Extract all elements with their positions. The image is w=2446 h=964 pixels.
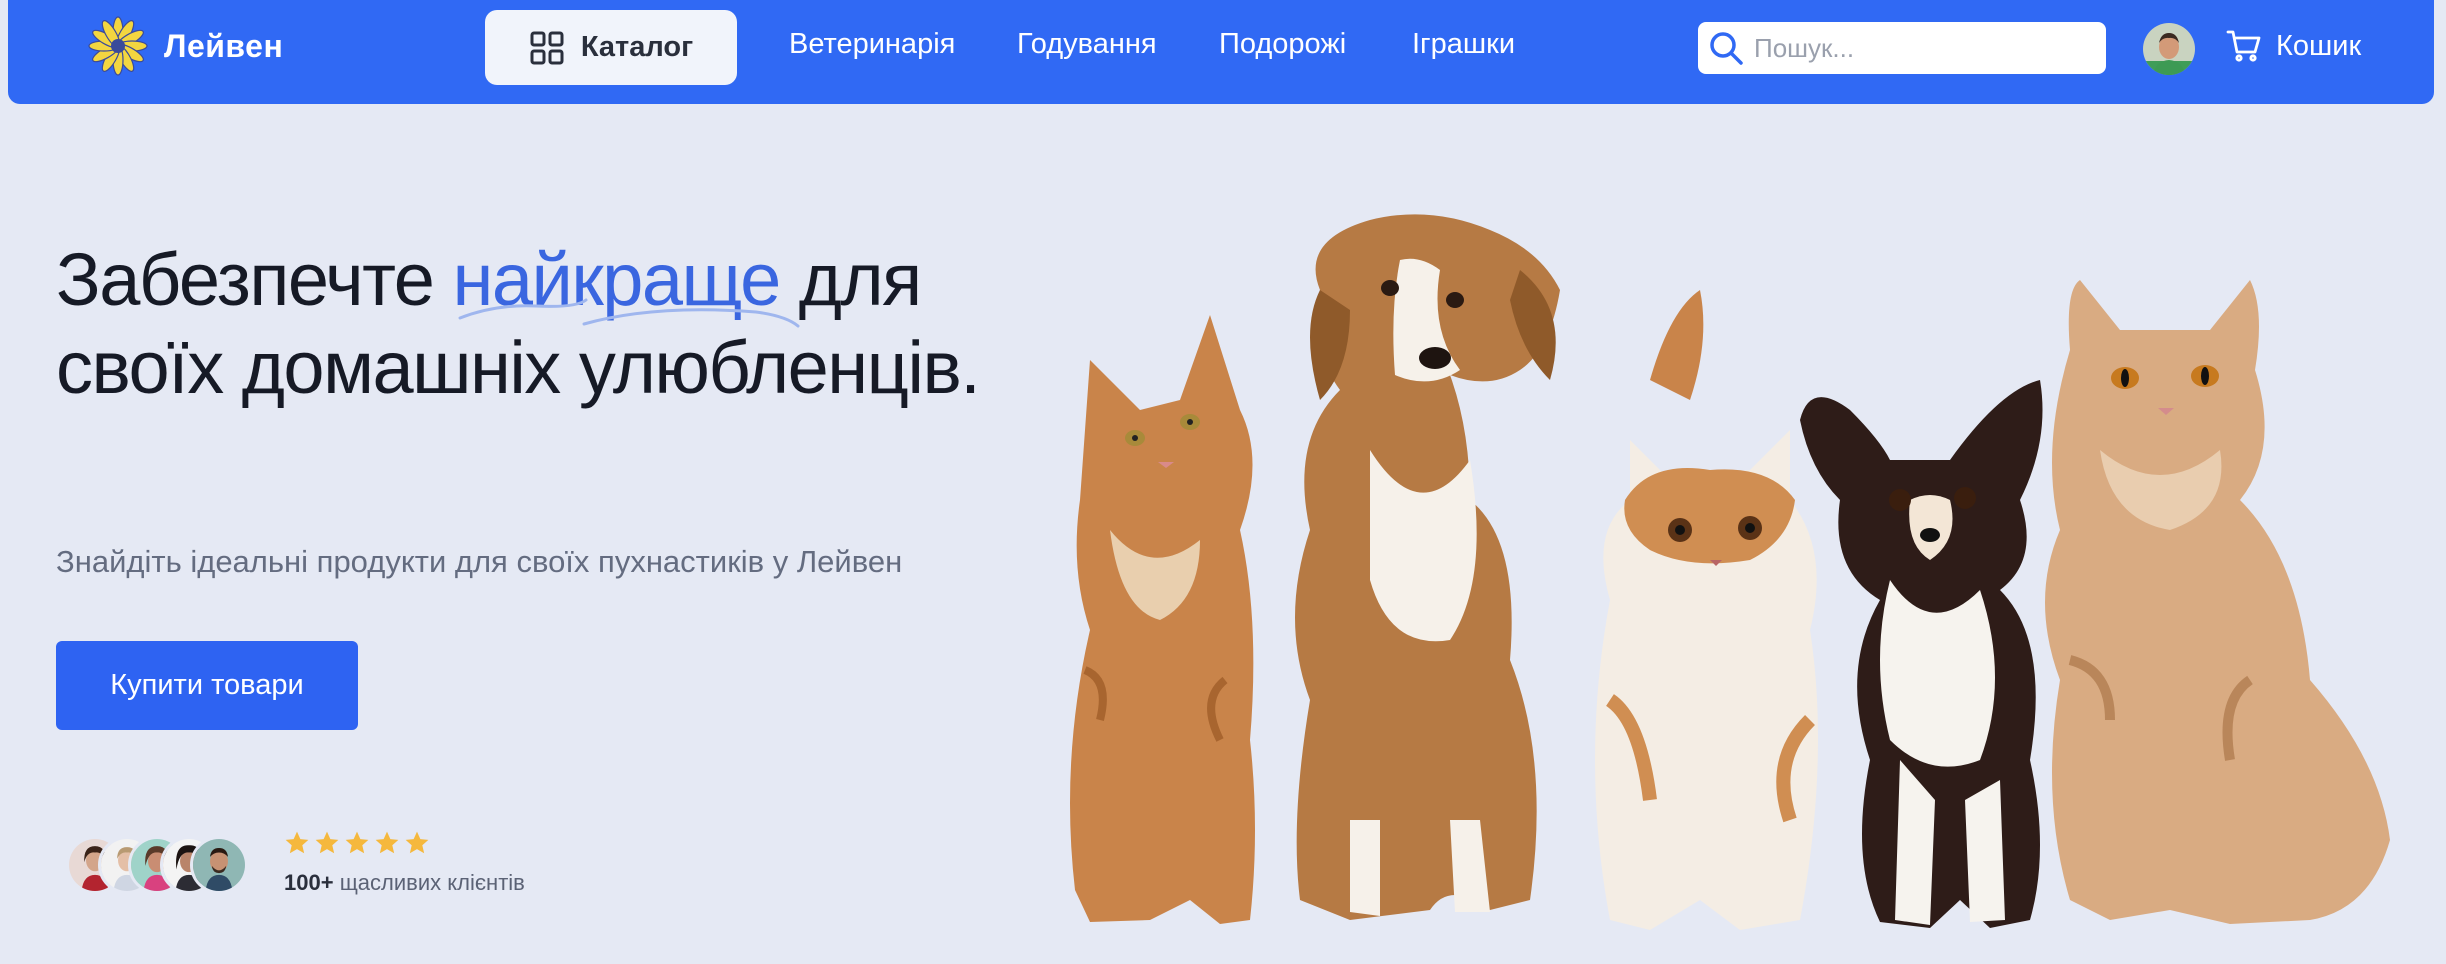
star-icon bbox=[285, 831, 309, 854]
search-input[interactable] bbox=[1754, 32, 2084, 64]
top-navbar: Лейвен Каталог Ветеринарія Годування Под… bbox=[8, 0, 2434, 104]
grid-icon bbox=[530, 31, 564, 64]
hero-title-part-1: Забезпечте bbox=[56, 238, 453, 321]
catalog-label: Каталог bbox=[580, 31, 694, 63]
customer-rating: 100+ щасливих клієнтів bbox=[284, 830, 525, 896]
rating-text: 100+ щасливих клієнтів bbox=[284, 870, 525, 896]
customer-count: 100+ bbox=[284, 870, 334, 895]
customer-count-label: щасливих клієнтів bbox=[339, 870, 525, 895]
sunflower-icon bbox=[88, 16, 148, 76]
nav-link-feeding[interactable]: Годування bbox=[1017, 28, 1157, 61]
cart-label: Кошик bbox=[2276, 29, 2362, 62]
search-icon bbox=[1710, 32, 1743, 65]
star-icon bbox=[405, 831, 429, 854]
catalog-button[interactable]: Каталог bbox=[485, 10, 737, 85]
user-avatar[interactable] bbox=[2143, 23, 2195, 75]
chihuahua-dog bbox=[1800, 380, 2043, 928]
star-icon bbox=[315, 831, 339, 854]
nav-link-toys[interactable]: Іграшки bbox=[1412, 28, 1515, 61]
hero-pets-image bbox=[1070, 214, 2390, 930]
customer-avatar bbox=[190, 836, 248, 894]
brand-name: Лейвен bbox=[164, 27, 284, 64]
hero-subtitle: Знайдіть ідеальні продукти для своїх пух… bbox=[56, 544, 903, 579]
brown-dog bbox=[1295, 214, 1560, 920]
rating-stars bbox=[284, 830, 525, 856]
orange-cat bbox=[1070, 315, 1255, 924]
customer-avatars bbox=[66, 836, 266, 896]
star-icon bbox=[345, 831, 369, 854]
nav-link-veterinary[interactable]: Ветеринарія bbox=[789, 28, 955, 61]
brand-logo[interactable]: Лейвен bbox=[86, 14, 283, 78]
shop-now-button[interactable]: Купити товари bbox=[56, 641, 358, 730]
cart-button[interactable]: Кошик bbox=[2226, 28, 2361, 64]
accent-underline bbox=[458, 298, 800, 328]
cart-icon bbox=[2226, 30, 2261, 62]
star-icon bbox=[375, 831, 399, 854]
cream-cat bbox=[2045, 280, 2390, 924]
nav-link-travel[interactable]: Подорожі bbox=[1219, 28, 1346, 61]
user-avatar-image bbox=[2143, 23, 2195, 75]
white-orange-cat bbox=[1595, 290, 1818, 930]
search-box[interactable] bbox=[1698, 22, 2106, 74]
